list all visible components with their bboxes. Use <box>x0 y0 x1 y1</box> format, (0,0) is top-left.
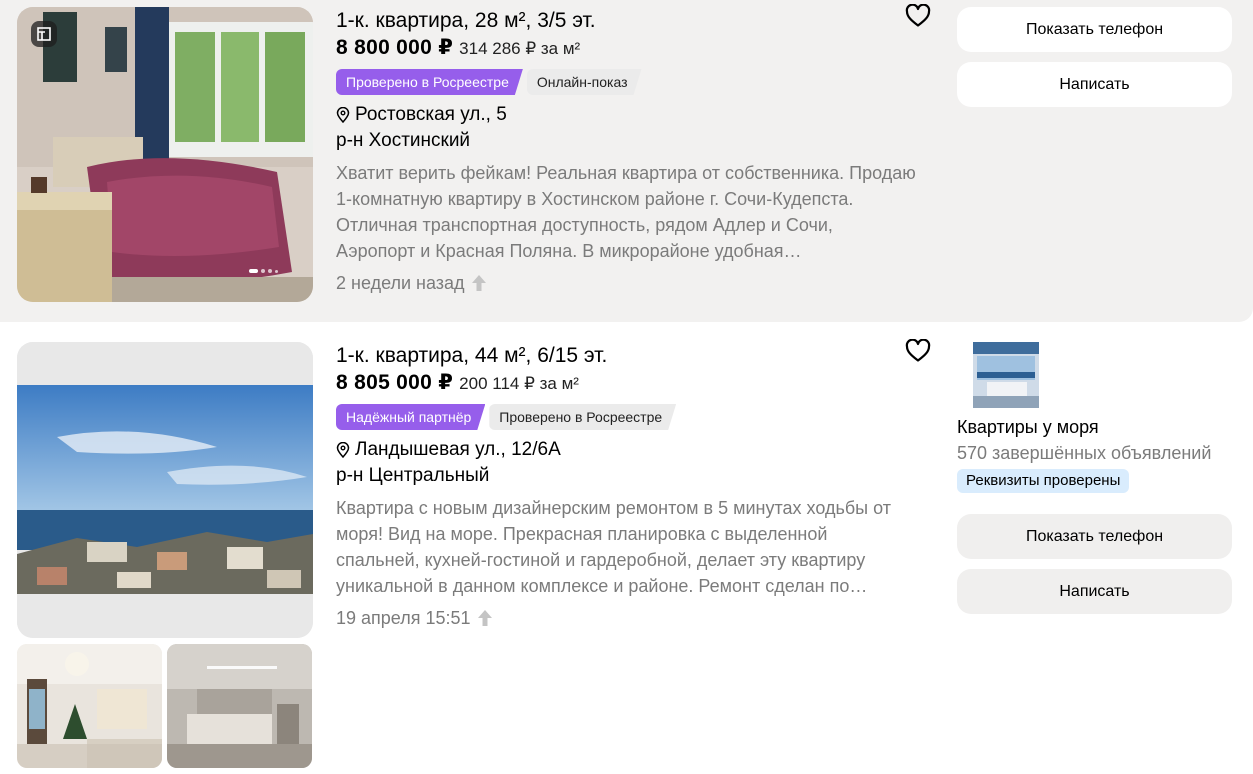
pagination-dot <box>249 269 258 273</box>
address-text: Ростовская ул., 5 <box>355 104 507 125</box>
heart-icon[interactable] <box>905 4 931 28</box>
district: р-н Хостинский <box>336 130 471 151</box>
thumbnail-photo[interactable] <box>17 644 162 768</box>
listing-photo[interactable] <box>17 7 313 302</box>
listing-card-2[interactable]: 1-к. квартира, 44 м², 6/15 эт. 8 805 000… <box>0 322 1253 774</box>
sea-view-photo <box>17 342 313 638</box>
seller-name[interactable]: Квартиры у моря <box>957 414 1099 440</box>
location-pin-icon <box>336 107 350 123</box>
thumbnail-photo[interactable] <box>167 644 312 768</box>
price: 8 805 000 ₽ <box>336 371 454 394</box>
seller-completed-count: 570 завершённых объявлений <box>957 443 1212 463</box>
description: Хватит верить фейкам! Реальная квартира … <box>336 163 916 261</box>
show-phone-button[interactable]: Показать телефон <box>957 7 1232 52</box>
pagination-dot <box>261 269 265 273</box>
price-row: 8 805 000 ₽ 200 114 ₽ за м² <box>336 370 936 400</box>
description: Квартира с новым дизайнерским ремонтом в… <box>336 498 891 596</box>
seller-logo-image <box>973 342 1039 408</box>
write-message-button[interactable]: Написать <box>957 569 1232 614</box>
badges: Проверено в Росреестре Онлайн-показ <box>336 69 936 95</box>
heart-icon[interactable] <box>905 339 931 363</box>
address-text: Ландышевая ул., 12/6А <box>355 439 561 460</box>
bedroom-photo <box>167 644 312 768</box>
price-per-m2: 314 286 ₽ за м² <box>459 39 581 58</box>
location-pin-icon <box>336 442 350 458</box>
badges: Надёжный партнёр Проверено в Росреестре <box>336 404 936 430</box>
raise-arrow-icon <box>477 610 492 626</box>
photo-pagination <box>249 269 278 273</box>
publish-date: 19 апреля 15:51 <box>336 605 936 631</box>
write-message-button[interactable]: Написать <box>957 62 1232 107</box>
district: р-н Центральный <box>336 465 490 486</box>
pagination-dot <box>268 269 272 273</box>
price-row: 8 800 000 ₽ 314 286 ₽ за м² <box>336 35 936 65</box>
tag-rosreestr-verified: Проверено в Росреестре <box>489 404 676 430</box>
date-text: 2 недели назад <box>336 273 465 293</box>
listing-title[interactable]: 1-к. квартира, 44 м², 6/15 эт. <box>336 342 936 370</box>
listing-info: 1-к. квартира, 28 м², 3/5 эт. 8 800 000 … <box>336 7 936 296</box>
address: Ландышевая ул., 12/6А <box>336 437 936 463</box>
date-text: 19 апреля 15:51 <box>336 608 471 628</box>
tag-rosreestr-verified: Проверено в Росреестре <box>336 69 523 95</box>
pagination-dot <box>275 269 278 273</box>
tag-reliable-partner: Надёжный партнёр <box>336 404 485 430</box>
price: 8 800 000 ₽ <box>336 36 454 59</box>
living-room-photo <box>17 644 162 768</box>
show-phone-button[interactable]: Показать телефон <box>957 514 1232 559</box>
bedroom-photo <box>17 7 313 302</box>
address: Ростовская ул., 5 <box>336 102 936 128</box>
tag-online-showing: Онлайн-показ <box>527 69 642 95</box>
listing-photo[interactable] <box>17 342 313 638</box>
listing-title[interactable]: 1-к. квартира, 28 м², 3/5 эт. <box>336 7 936 35</box>
listing-card-1[interactable]: 1-к. квартира, 28 м², 3/5 эт. 8 800 000 … <box>0 0 1253 322</box>
price-per-m2: 200 114 ₽ за м² <box>459 374 579 393</box>
publish-date: 2 недели назад <box>336 270 936 296</box>
floor-plan-icon[interactable] <box>31 21 57 47</box>
seller-avatar[interactable] <box>973 342 1039 408</box>
raise-arrow-icon <box>471 275 486 291</box>
listing-info: 1-к. квартира, 44 м², 6/15 эт. 8 805 000… <box>336 342 936 631</box>
seller-verified-badge: Реквизиты проверены <box>957 469 1130 493</box>
